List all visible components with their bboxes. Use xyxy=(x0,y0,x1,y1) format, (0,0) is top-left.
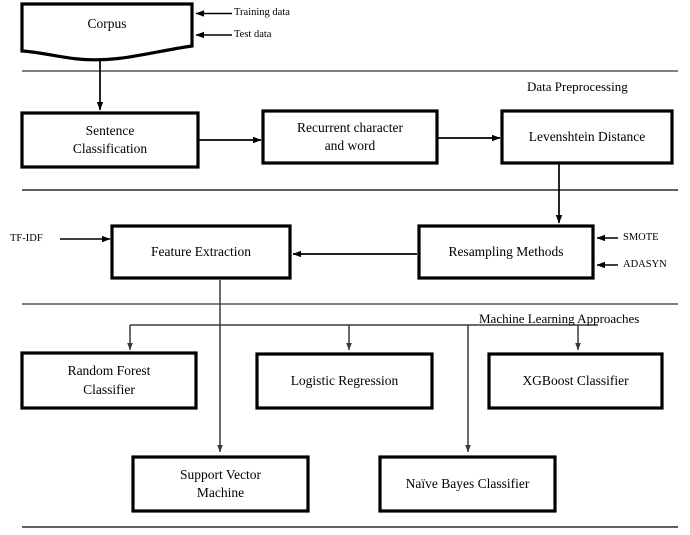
adasyn-label: ADASYN xyxy=(623,259,667,270)
flowchart-canvas: Corpus Training data Test data Data Prep… xyxy=(0,0,690,535)
corpus-shape xyxy=(20,2,194,62)
band-label-machine-learning: Machine Learning Approaches xyxy=(479,311,640,326)
logistic-regression-box xyxy=(255,352,434,410)
band-label-data-preprocessing: Data Preprocessing xyxy=(527,79,628,94)
test-data-label: Test data xyxy=(234,29,272,40)
recurrent-character-box xyxy=(261,109,439,165)
sentence-classification-box xyxy=(20,111,200,169)
smote-label: SMOTE xyxy=(623,232,659,243)
random-forest-box xyxy=(20,351,198,410)
tf-idf-label: TF-IDF xyxy=(10,233,43,244)
support-vector-machine-box xyxy=(131,455,310,513)
feature-extraction-box xyxy=(110,224,292,280)
resampling-methods-box xyxy=(417,224,595,280)
levenshtein-distance-box xyxy=(500,109,674,165)
training-data-label: Training data xyxy=(234,7,290,18)
naive-bayes-box xyxy=(378,455,557,513)
xgboost-box xyxy=(487,352,664,410)
